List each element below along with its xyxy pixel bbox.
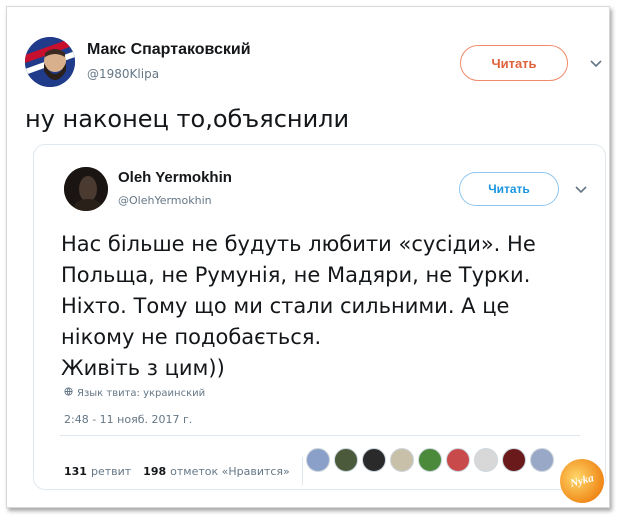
liker-avatar[interactable]: [446, 448, 470, 472]
divider: [60, 435, 580, 436]
liker-avatar[interactable]: [418, 448, 442, 472]
quoted-tweet-card[interactable]: Oleh Yermokhin @OlehYermokhin Читать Нас…: [33, 144, 606, 490]
quoted-text-line: Нас більше не будуть любити «сусіди». Не: [61, 232, 536, 256]
author-handle[interactable]: @1980Klipa: [87, 67, 159, 81]
quoted-author-handle[interactable]: @OlehYermokhin: [118, 194, 212, 207]
stats-separator: [301, 457, 303, 485]
quoted-text-line: Польща, не Румунія, не Мадяри, не Турки.: [61, 263, 531, 287]
tweet-text: ну наконец то,объяснили: [25, 105, 350, 133]
quoted-tweet-text: Нас більше не будуть любити «сусіди». Не…: [61, 229, 591, 384]
liker-avatar[interactable]: [306, 448, 330, 472]
liker-avatar[interactable]: [474, 448, 498, 472]
quoted-follow-button[interactable]: Читать: [459, 172, 559, 206]
follow-button[interactable]: Читать: [460, 45, 568, 81]
retweet-count[interactable]: 131: [64, 465, 87, 478]
liker-avatar[interactable]: [362, 448, 386, 472]
tweet-stats: 131 ретвит 198 отметок «Нравится»: [64, 457, 303, 485]
quoted-author-name[interactable]: Oleh Yermokhin: [118, 169, 232, 186]
liker-avatar[interactable]: [334, 448, 358, 472]
liker-avatar[interactable]: [530, 448, 554, 472]
liker-avatar[interactable]: [502, 448, 526, 472]
chevron-down-icon[interactable]: [574, 183, 588, 197]
quoted-text-line: Ніхто. Тому що ми стали сильними. А це: [61, 294, 510, 318]
like-count[interactable]: 198: [143, 465, 166, 478]
liker-avatars: [306, 448, 554, 472]
author-name[interactable]: Макс Спартаковский: [87, 41, 251, 59]
tweet-language-label: Язык твита: украинский: [77, 387, 206, 399]
author-avatar[interactable]: [25, 37, 75, 87]
tweet-embed-frame: Макс Спартаковский @1980Klipa Читать ну …: [6, 6, 610, 508]
like-label[interactable]: отметок «Нравится»: [170, 465, 290, 478]
tweet-language: Язык твита: украинский: [64, 387, 205, 399]
quoted-text-line: Живіть з цим)): [61, 356, 225, 380]
tweet-timestamp[interactable]: 2:48 - 11 нояб. 2017 г.: [64, 413, 192, 426]
liker-avatar[interactable]: [390, 448, 414, 472]
quoted-author-avatar[interactable]: [64, 167, 108, 211]
retweet-label[interactable]: ретвит: [91, 465, 131, 478]
quoted-text-line: нікому не подобається.: [61, 325, 322, 349]
globe-icon: [64, 387, 73, 399]
chevron-down-icon[interactable]: [589, 57, 603, 71]
